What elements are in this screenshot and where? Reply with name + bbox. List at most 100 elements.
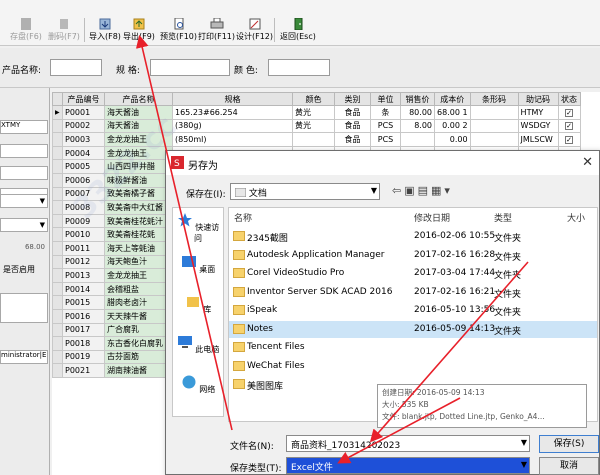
return-button[interactable]: 返回(Esc) xyxy=(280,18,316,44)
row-indicator[interactable] xyxy=(52,308,63,324)
row-indicator[interactable] xyxy=(52,268,63,283)
cell-status[interactable]: ✓ xyxy=(557,132,581,147)
col-header-type[interactable]: 类型 xyxy=(494,211,512,224)
cell-unit[interactable]: 条 xyxy=(370,105,401,120)
left-dropdown[interactable]: ▼ xyxy=(0,194,48,208)
color-input[interactable] xyxy=(268,59,330,76)
row-indicator[interactable] xyxy=(52,322,63,338)
cell-code[interactable]: P0003 xyxy=(62,132,105,147)
table-row[interactable]: P0003 金龙龙抽王 (850ml) 食品 PCS 0.00 JMLSCW ✓ xyxy=(52,132,581,147)
cell-code[interactable]: P0013 xyxy=(62,268,105,283)
col-header-code[interactable]: 产品编号 xyxy=(62,92,105,106)
cell-code[interactable]: P0012 xyxy=(62,254,105,270)
cell-color[interactable]: 黄光 xyxy=(292,118,335,134)
file-row[interactable]: Notes 2016-05-09 14:13 文件夹 xyxy=(229,320,597,338)
checkbox-icon[interactable]: ✓ xyxy=(565,135,574,144)
row-indicator[interactable] xyxy=(52,145,63,161)
row-indicator[interactable] xyxy=(52,240,63,256)
row-indicator[interactable] xyxy=(52,295,63,310)
import-button[interactable]: 导入(F8) xyxy=(89,18,121,44)
file-row[interactable]: WeChat Files xyxy=(229,358,597,375)
cell-name[interactable]: 味极鲜酱油 xyxy=(104,172,173,188)
cell-code[interactable]: P0015 xyxy=(62,295,105,310)
place-library[interactable]: 库 xyxy=(173,294,223,315)
cell-helper-code[interactable]: WSDGY xyxy=(517,118,559,134)
cell-code[interactable]: P0014 xyxy=(62,281,105,297)
cell-name[interactable]: 致美斋桂花蚝 xyxy=(104,227,173,242)
file-row[interactable]: Tencent Files xyxy=(229,339,597,356)
cell-code[interactable]: P0005 xyxy=(62,159,105,174)
cell-name[interactable]: 会稽粗盐 xyxy=(104,281,173,297)
place-network[interactable]: 网络 xyxy=(173,374,223,395)
row-indicator[interactable]: ▶ xyxy=(52,105,63,120)
cell-code[interactable]: P0006 xyxy=(62,172,105,188)
cell-category[interactable]: 食品 xyxy=(334,132,371,147)
cell-code[interactable]: P0009 xyxy=(62,213,105,229)
operator-field[interactable]: ministrator|E xyxy=(0,350,48,364)
col-header-status[interactable]: 状态 xyxy=(557,92,581,106)
up-folder-icon[interactable]: ▣ xyxy=(404,184,417,197)
row-indicator[interactable] xyxy=(52,363,63,378)
table-row[interactable]: ▶ P0001 海天酱油 165.23#66.254 黄光 食品条 80.00 68.00 1… xyxy=(52,105,581,120)
col-header-unit[interactable]: 单位 xyxy=(370,92,401,106)
cell-spec[interactable]: (380g) xyxy=(172,118,293,134)
close-icon[interactable]: ✕ xyxy=(582,155,593,170)
cell-code[interactable]: P0010 xyxy=(62,227,105,242)
cell-barcode[interactable] xyxy=(469,118,519,134)
cell-code[interactable]: P0001 xyxy=(62,105,105,120)
col-header-spec[interactable]: 规格 xyxy=(172,92,293,106)
cell-barcode[interactable] xyxy=(469,132,519,147)
col-header-name[interactable]: 名称 xyxy=(234,211,252,224)
cell-unit[interactable]: PCS xyxy=(370,118,401,134)
cell-barcode[interactable] xyxy=(469,105,519,120)
cell-code[interactable]: P0007 xyxy=(62,186,105,202)
product-name-input[interactable] xyxy=(50,59,102,76)
cell-code[interactable]: P0019 xyxy=(62,349,105,365)
cell-cost[interactable]: 0.00 2 xyxy=(434,118,471,134)
cell-code[interactable]: P0011 xyxy=(62,240,105,256)
cell-name[interactable]: 湖南辣油酱 xyxy=(104,363,173,378)
cell-name[interactable]: 致美斋中大红酱 xyxy=(104,200,173,215)
cell-name[interactable]: 山西四甲井醋 xyxy=(104,159,173,174)
cell-color[interactable]: 黄光 xyxy=(292,105,335,120)
col-header-date[interactable]: 修改日期 xyxy=(414,211,450,224)
cell-sale-price[interactable]: 8.00 xyxy=(400,118,435,134)
cell-name[interactable]: 海天上等蚝油 xyxy=(104,240,173,256)
cell-name[interactable]: 古芬面筋 xyxy=(104,349,173,365)
print-button[interactable]: 打印(F11) xyxy=(198,18,235,44)
preview-button[interactable]: 预览(F10) xyxy=(160,18,197,44)
cell-name[interactable]: 致美斋橘子酱 xyxy=(104,186,173,202)
file-row[interactable]: iSpeak 2016-05-10 13:56 文件夹 xyxy=(229,302,597,319)
cell-code[interactable]: P0004 xyxy=(62,145,105,161)
row-indicator[interactable] xyxy=(52,159,63,174)
filename-input[interactable]: 商品资料_170314202023 ▼ xyxy=(286,435,530,452)
cell-unit[interactable]: PCS xyxy=(370,132,401,147)
file-row[interactable]: Autodesk Application Manager 2017-02-16 1… xyxy=(229,247,597,264)
col-header-name[interactable]: 产品名称 xyxy=(104,92,173,106)
row-indicator[interactable] xyxy=(52,172,63,188)
cell-color[interactable] xyxy=(292,132,335,147)
cell-spec[interactable]: (850ml) xyxy=(172,132,293,147)
cell-name[interactable]: 金龙龙抽王 xyxy=(104,145,173,161)
cell-code[interactable]: P0008 xyxy=(62,200,105,215)
cell-code[interactable]: P0002 xyxy=(62,118,105,134)
cell-name[interactable]: 金龙龙抽王 xyxy=(104,132,173,147)
cell-name[interactable]: 天天辣牛酱 xyxy=(104,308,173,324)
place-desktop[interactable]: 桌面 xyxy=(173,254,223,275)
cell-name[interactable]: 海天酱油 xyxy=(104,118,173,134)
cell-status[interactable]: ✓ xyxy=(557,105,581,120)
file-row[interactable]: Corel VideoStudio Pro 2017-03-04 17:44 文件夹 xyxy=(229,265,597,282)
left-field[interactable] xyxy=(0,144,48,158)
col-header-size[interactable]: 大小 xyxy=(567,211,585,224)
cell-code[interactable]: P0016 xyxy=(62,308,105,324)
place-quick-access[interactable]: 快速访问 xyxy=(173,212,223,244)
cell-sale-price[interactable] xyxy=(400,132,435,147)
row-indicator[interactable] xyxy=(52,132,63,147)
cell-name[interactable]: 金龙龙抽王 xyxy=(104,268,173,283)
filetype-dropdown[interactable]: Excel文件 ▼ xyxy=(286,457,530,474)
notes-field[interactable] xyxy=(0,293,48,323)
row-indicator[interactable] xyxy=(52,336,63,351)
cell-name[interactable]: 海天酱油 xyxy=(104,105,173,120)
cell-category[interactable]: 食品 xyxy=(334,105,371,120)
cell-cost[interactable]: 68.00 1 xyxy=(434,105,471,120)
